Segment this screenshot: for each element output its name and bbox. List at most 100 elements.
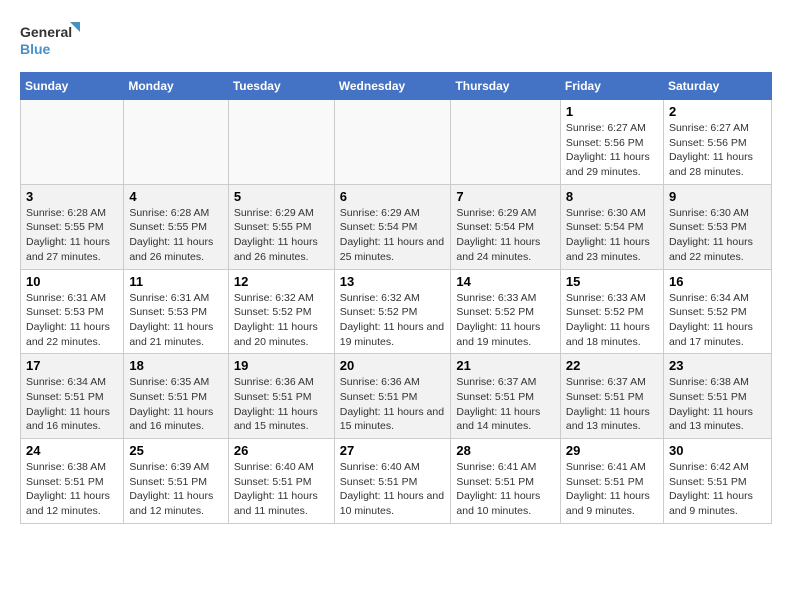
day-number: 24 bbox=[26, 443, 118, 458]
calendar-cell bbox=[21, 100, 124, 185]
day-number: 14 bbox=[456, 274, 554, 289]
svg-text:Blue: Blue bbox=[20, 41, 51, 57]
day-info: Sunrise: 6:35 AM Sunset: 5:51 PM Dayligh… bbox=[129, 375, 223, 434]
day-info: Sunrise: 6:38 AM Sunset: 5:51 PM Dayligh… bbox=[669, 375, 766, 434]
day-number: 28 bbox=[456, 443, 554, 458]
day-number: 6 bbox=[340, 189, 446, 204]
calendar-cell: 16 Sunrise: 6:34 AM Sunset: 5:52 PM Dayli… bbox=[663, 269, 771, 354]
day-info: Sunrise: 6:38 AM Sunset: 5:51 PM Dayligh… bbox=[26, 460, 118, 519]
day-info: Sunrise: 6:34 AM Sunset: 5:51 PM Dayligh… bbox=[26, 375, 118, 434]
day-info: Sunrise: 6:29 AM Sunset: 5:55 PM Dayligh… bbox=[234, 206, 329, 265]
day-info: Sunrise: 6:39 AM Sunset: 5:51 PM Dayligh… bbox=[129, 460, 223, 519]
calendar-cell bbox=[334, 100, 451, 185]
calendar-cell: 27Sunrise: 6:40 AM Sunset: 5:51 PM Dayli… bbox=[334, 439, 451, 524]
calendar-cell: 20 Sunrise: 6:36 AM Sunset: 5:51 PM Dayli… bbox=[334, 354, 451, 439]
day-info: Sunrise: 6:42 AM Sunset: 5:51 PM Dayligh… bbox=[669, 460, 766, 519]
weekday-header: Saturday bbox=[663, 73, 771, 100]
calendar-cell: 12 Sunrise: 6:32 AM Sunset: 5:52 PM Dayli… bbox=[228, 269, 334, 354]
day-number: 26 bbox=[234, 443, 329, 458]
calendar-cell: 28 Sunrise: 6:41 AM Sunset: 5:51 PM Dayli… bbox=[451, 439, 560, 524]
calendar-cell: 1 Sunrise: 6:27 AM Sunset: 5:56 PM Daylig… bbox=[560, 100, 663, 185]
day-number: 29 bbox=[566, 443, 658, 458]
calendar-cell: 2Sunrise: 6:27 AM Sunset: 5:56 PM Daylig… bbox=[663, 100, 771, 185]
day-number: 15 bbox=[566, 274, 658, 289]
calendar-cell: 7Sunrise: 6:29 AM Sunset: 5:54 PM Daylig… bbox=[451, 184, 560, 269]
calendar-cell: 17 Sunrise: 6:34 AM Sunset: 5:51 PM Dayli… bbox=[21, 354, 124, 439]
day-number: 16 bbox=[669, 274, 766, 289]
day-number: 25 bbox=[129, 443, 223, 458]
calendar-cell: 14 Sunrise: 6:33 AM Sunset: 5:52 PM Dayli… bbox=[451, 269, 560, 354]
day-info: Sunrise: 6:32 AM Sunset: 5:52 PM Dayligh… bbox=[234, 291, 329, 350]
calendar-cell: 22 Sunrise: 6:37 AM Sunset: 5:51 PM Dayli… bbox=[560, 354, 663, 439]
page-header: General Blue bbox=[20, 20, 772, 62]
weekday-header: Tuesday bbox=[228, 73, 334, 100]
weekday-header: Monday bbox=[124, 73, 229, 100]
day-info: Sunrise: 6:28 AM Sunset: 5:55 PM Dayligh… bbox=[26, 206, 118, 265]
day-info: Sunrise: 6:28 AM Sunset: 5:55 PM Dayligh… bbox=[129, 206, 223, 265]
day-number: 19 bbox=[234, 358, 329, 373]
day-number: 5 bbox=[234, 189, 329, 204]
calendar-cell: 6Sunrise: 6:29 AM Sunset: 5:54 PM Daylig… bbox=[334, 184, 451, 269]
day-info: Sunrise: 6:41 AM Sunset: 5:51 PM Dayligh… bbox=[566, 460, 658, 519]
calendar-table: SundayMondayTuesdayWednesdayThursdayFrid… bbox=[20, 72, 772, 524]
day-info: Sunrise: 6:33 AM Sunset: 5:52 PM Dayligh… bbox=[566, 291, 658, 350]
calendar-cell bbox=[124, 100, 229, 185]
day-number: 10 bbox=[26, 274, 118, 289]
calendar-cell: 9 Sunrise: 6:30 AM Sunset: 5:53 PM Daylig… bbox=[663, 184, 771, 269]
day-number: 11 bbox=[129, 274, 223, 289]
day-number: 30 bbox=[669, 443, 766, 458]
weekday-header: Thursday bbox=[451, 73, 560, 100]
day-info: Sunrise: 6:41 AM Sunset: 5:51 PM Dayligh… bbox=[456, 460, 554, 519]
logo: General Blue bbox=[20, 20, 80, 62]
day-number: 13 bbox=[340, 274, 446, 289]
calendar-cell: 23 Sunrise: 6:38 AM Sunset: 5:51 PM Dayli… bbox=[663, 354, 771, 439]
day-info: Sunrise: 6:30 AM Sunset: 5:54 PM Dayligh… bbox=[566, 206, 658, 265]
calendar-cell: 24 Sunrise: 6:38 AM Sunset: 5:51 PM Dayli… bbox=[21, 439, 124, 524]
day-number: 20 bbox=[340, 358, 446, 373]
day-number: 9 bbox=[669, 189, 766, 204]
day-number: 2 bbox=[669, 104, 766, 119]
day-number: 3 bbox=[26, 189, 118, 204]
calendar-cell: 8 Sunrise: 6:30 AM Sunset: 5:54 PM Daylig… bbox=[560, 184, 663, 269]
day-info: Sunrise: 6:37 AM Sunset: 5:51 PM Dayligh… bbox=[566, 375, 658, 434]
calendar-cell: 15 Sunrise: 6:33 AM Sunset: 5:52 PM Dayli… bbox=[560, 269, 663, 354]
calendar-cell bbox=[228, 100, 334, 185]
day-info: Sunrise: 6:36 AM Sunset: 5:51 PM Dayligh… bbox=[340, 375, 446, 434]
svg-text:General: General bbox=[20, 24, 72, 40]
calendar-cell: 29 Sunrise: 6:41 AM Sunset: 5:51 PM Dayli… bbox=[560, 439, 663, 524]
calendar-cell: 13 Sunrise: 6:32 AM Sunset: 5:52 PM Dayli… bbox=[334, 269, 451, 354]
day-number: 4 bbox=[129, 189, 223, 204]
day-info: Sunrise: 6:31 AM Sunset: 5:53 PM Dayligh… bbox=[129, 291, 223, 350]
day-info: Sunrise: 6:31 AM Sunset: 5:53 PM Dayligh… bbox=[26, 291, 118, 350]
day-number: 8 bbox=[566, 189, 658, 204]
day-number: 21 bbox=[456, 358, 554, 373]
calendar-cell: 11 Sunrise: 6:31 AM Sunset: 5:53 PM Dayli… bbox=[124, 269, 229, 354]
day-number: 1 bbox=[566, 104, 658, 119]
day-number: 17 bbox=[26, 358, 118, 373]
weekday-header: Friday bbox=[560, 73, 663, 100]
calendar-cell: 21 Sunrise: 6:37 AM Sunset: 5:51 PM Dayli… bbox=[451, 354, 560, 439]
day-info: Sunrise: 6:30 AM Sunset: 5:53 PM Dayligh… bbox=[669, 206, 766, 265]
calendar-cell: 3 Sunrise: 6:28 AM Sunset: 5:55 PM Daylig… bbox=[21, 184, 124, 269]
calendar-cell: 4 Sunrise: 6:28 AM Sunset: 5:55 PM Daylig… bbox=[124, 184, 229, 269]
day-info: Sunrise: 6:36 AM Sunset: 5:51 PM Dayligh… bbox=[234, 375, 329, 434]
day-number: 22 bbox=[566, 358, 658, 373]
day-number: 23 bbox=[669, 358, 766, 373]
day-info: Sunrise: 6:32 AM Sunset: 5:52 PM Dayligh… bbox=[340, 291, 446, 350]
day-info: Sunrise: 6:27 AM Sunset: 5:56 PM Dayligh… bbox=[566, 121, 658, 180]
day-info: Sunrise: 6:33 AM Sunset: 5:52 PM Dayligh… bbox=[456, 291, 554, 350]
calendar-cell: 18 Sunrise: 6:35 AM Sunset: 5:51 PM Dayli… bbox=[124, 354, 229, 439]
day-number: 12 bbox=[234, 274, 329, 289]
day-info: Sunrise: 6:40 AM Sunset: 5:51 PM Dayligh… bbox=[340, 460, 446, 519]
logo-svg: General Blue bbox=[20, 20, 80, 62]
calendar-cell: 19 Sunrise: 6:36 AM Sunset: 5:51 PM Dayli… bbox=[228, 354, 334, 439]
day-info: Sunrise: 6:34 AM Sunset: 5:52 PM Dayligh… bbox=[669, 291, 766, 350]
day-info: Sunrise: 6:37 AM Sunset: 5:51 PM Dayligh… bbox=[456, 375, 554, 434]
calendar-cell: 26 Sunrise: 6:40 AM Sunset: 5:51 PM Dayli… bbox=[228, 439, 334, 524]
calendar-cell: 25 Sunrise: 6:39 AM Sunset: 5:51 PM Dayli… bbox=[124, 439, 229, 524]
weekday-header: Wednesday bbox=[334, 73, 451, 100]
day-info: Sunrise: 6:40 AM Sunset: 5:51 PM Dayligh… bbox=[234, 460, 329, 519]
day-number: 18 bbox=[129, 358, 223, 373]
day-number: 7 bbox=[456, 189, 554, 204]
calendar-cell bbox=[451, 100, 560, 185]
